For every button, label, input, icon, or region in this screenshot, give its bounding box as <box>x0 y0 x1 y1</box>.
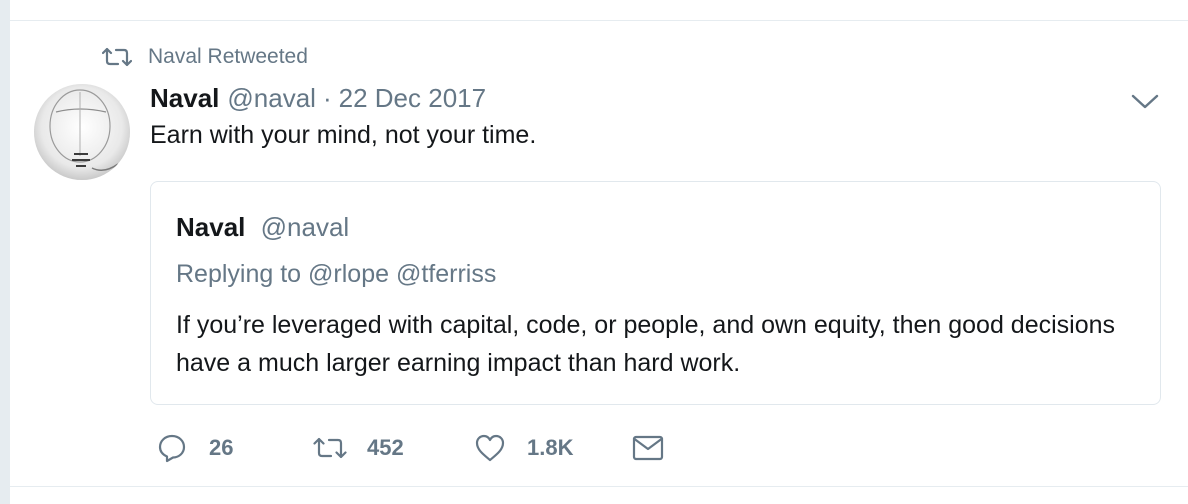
reply-button[interactable]: 26 <box>155 431 313 465</box>
author-name[interactable]: Naval <box>150 83 219 114</box>
tweet-divider <box>10 486 1188 487</box>
timeline-panel: Naval Retweeted Naval @naval · 22 Dec 20… <box>10 0 1188 504</box>
replying-to-label: Replying to <box>176 260 302 288</box>
replying-to-line: Replying to @rlope @tferriss <box>176 260 496 289</box>
chevron-down-icon[interactable] <box>1130 91 1160 111</box>
mention-link[interactable]: @rlope <box>308 260 389 288</box>
envelope-icon <box>631 431 665 465</box>
tweet-actions: 26 452 1.8K <box>155 431 665 465</box>
reply-icon <box>155 431 189 465</box>
like-count: 1.8K <box>527 435 574 460</box>
quoted-tweet-header: Naval @naval <box>176 212 349 243</box>
quoted-tweet-text: If you’re leveraged with capital, code, … <box>176 311 1116 377</box>
tweet-date[interactable]: 22 Dec 2017 <box>339 83 486 114</box>
retweet-icon <box>313 431 347 465</box>
quoted-tweet[interactable]: Naval @naval Replying to @rlope @tferris… <box>150 181 1161 405</box>
quoted-author-name: Naval <box>176 212 246 242</box>
like-button[interactable]: 1.8K <box>473 431 631 465</box>
tweet-header: Naval @naval · 22 Dec 2017 <box>150 83 486 114</box>
direct-message-button[interactable] <box>631 431 665 465</box>
heart-icon <box>473 431 507 465</box>
author-handle[interactable]: @naval <box>227 83 316 114</box>
retweet-count: 452 <box>367 435 404 460</box>
retweet-button[interactable]: 452 <box>313 431 473 465</box>
retweet-context[interactable]: Naval Retweeted <box>102 45 308 69</box>
retweet-icon <box>102 46 132 68</box>
previous-tweet-edge <box>10 0 1188 21</box>
tweet-card[interactable]: Naval Retweeted Naval @naval · 22 Dec 20… <box>10 21 1188 486</box>
reply-count: 26 <box>209 435 234 460</box>
avatar[interactable] <box>34 84 130 180</box>
quoted-author-handle: @naval <box>260 212 350 242</box>
header-separator: · <box>322 83 332 113</box>
retweet-context-label: Naval Retweeted <box>148 45 308 68</box>
mention-link[interactable]: @tferriss <box>396 260 496 288</box>
tweet-text: Earn with your mind, not your time. <box>150 121 537 149</box>
